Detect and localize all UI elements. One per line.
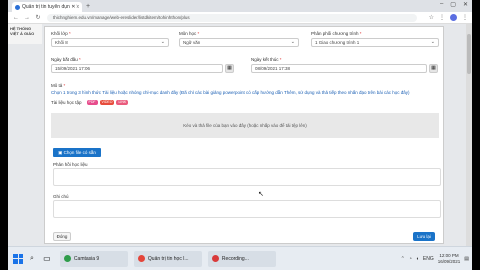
chevron-down-icon: ⌄ xyxy=(160,39,165,45)
program-select[interactable]: 1 Giao chương trình 1 ⌄ xyxy=(311,38,439,47)
mouse-cursor-icon: ↖ xyxy=(258,191,264,198)
task-view-icon[interactable]: ▭ xyxy=(40,252,54,266)
page-scrollbar[interactable] xyxy=(466,24,472,246)
search-icon[interactable]: ⌕ xyxy=(30,255,34,263)
maximize-icon[interactable]: ▢ xyxy=(450,1,456,8)
taskbar-item-browser[interactable]: Quản trị tin học l... xyxy=(133,250,202,267)
network-icon[interactable]: ◔ xyxy=(409,256,412,262)
camtasia-icon xyxy=(63,255,71,262)
close-window-icon[interactable]: ✕ xyxy=(463,1,468,8)
scrollbar-thumb[interactable] xyxy=(467,34,471,74)
note-label: Ghi chú xyxy=(53,194,69,199)
close-button[interactable]: Đóng xyxy=(53,232,71,241)
description-text: Chọn 1 trong 3 hình thức Tài liệu hoặc n… xyxy=(51,90,410,95)
chevron-down-icon: ⌄ xyxy=(430,39,435,45)
screen: Quản trị tin tuyển dụn ✕ Trường x + – ▢ … xyxy=(8,0,472,270)
calendar-icon[interactable]: ▦ xyxy=(225,64,234,73)
feedback-textarea[interactable] xyxy=(53,168,441,186)
tag-link[interactable]: LINK xyxy=(116,100,129,105)
system-tray: ⌃ ◔ ◖ ENG 12:00 PM 16/09/2021 ▤ xyxy=(401,253,469,265)
profile-avatar[interactable] xyxy=(450,14,457,21)
end-date-label: Ngày kết thúc * xyxy=(251,57,282,62)
notification-icon[interactable]: ▤ xyxy=(464,256,469,262)
materials-label: Tài liệu học tập xyxy=(51,100,82,105)
forward-icon[interactable]: → xyxy=(24,15,30,21)
grade-label: Khối lớp * xyxy=(51,31,71,36)
subject-select[interactable]: Ngữ văn ⌄ xyxy=(179,38,299,47)
language-indicator[interactable]: ENG xyxy=(423,256,434,262)
extensions-icon[interactable]: ⋮ xyxy=(439,14,445,21)
minimize-icon[interactable]: – xyxy=(440,1,443,8)
menu-icon[interactable]: ⋮ xyxy=(462,14,468,21)
start-date-label: Ngày bắt đầu * xyxy=(51,57,81,62)
taskbar-item-camtasia[interactable]: Camtasia 9 xyxy=(59,250,128,267)
star-icon[interactable]: ☆ xyxy=(429,14,434,21)
file-dropzone[interactable]: Kéo và thả file của bạn vào đây (hoặc nh… xyxy=(51,113,439,138)
feedback-label: Phản hồi học liệu xyxy=(53,162,88,167)
tab-title: Quản trị tin tuyển dụn ✕ Trường xyxy=(22,4,77,10)
tab-close-icon[interactable]: x xyxy=(77,4,80,10)
new-tab-button[interactable]: + xyxy=(86,2,90,12)
grade-select[interactable]: Khối 8 ⌄ xyxy=(51,38,169,47)
note-textarea[interactable] xyxy=(53,200,441,218)
browser-tabbar: Quản trị tin tuyển dụn ✕ Trường x + – ▢ … xyxy=(8,0,472,12)
material-tags: Tài liệu học tập PDF VIDEO LINK xyxy=(51,100,129,105)
url-input[interactable]: thichnghiem.edu.vn/manage/web-ereslider/… xyxy=(47,13,417,22)
address-bar: ← → ↻ thichnghiem.edu.vn/manage/web-eres… xyxy=(8,12,472,24)
window-controls: – ▢ ✕ xyxy=(440,1,468,8)
calendar-icon[interactable]: ▦ xyxy=(429,64,438,73)
choose-file-button[interactable]: ▣ Chọn file có sẵn xyxy=(53,148,101,157)
browser-tools: ☆ ⋮ ⋮ xyxy=(429,14,468,21)
chrome-icon xyxy=(137,255,145,262)
start-date-input[interactable]: 15/09/2021 17:06 xyxy=(51,64,223,73)
tag-pdf[interactable]: PDF xyxy=(86,100,98,105)
windows-start-icon[interactable] xyxy=(13,253,23,264)
background-page: HỆ THỐNG VIỆT Á GIÁO Khối lớp * Khối 8 ⌄ … xyxy=(8,24,472,246)
record-icon xyxy=(211,255,219,262)
chevron-down-icon: ⌄ xyxy=(290,39,295,45)
browser-tab[interactable]: Quản trị tin tuyển dụn ✕ Trường x xyxy=(12,2,82,12)
edit-modal: Khối lớp * Khối 8 ⌄ Môn học * Ngữ văn ⌄ Ph… xyxy=(44,26,444,244)
favicon-icon xyxy=(15,4,20,10)
volume-icon[interactable]: ◖ xyxy=(416,256,419,262)
save-button[interactable]: Lưu lại xyxy=(413,232,435,241)
end-date-input[interactable]: 08/09/2021 17:38 xyxy=(251,64,427,73)
reload-icon[interactable]: ↻ xyxy=(35,14,41,21)
back-icon[interactable]: ← xyxy=(13,15,19,21)
clock[interactable]: 12:00 PM 16/09/2021 xyxy=(438,253,461,265)
chevron-up-icon[interactable]: ⌃ xyxy=(401,256,405,262)
taskbar: ⌕ ▭ Camtasia 9 Quản trị tin học l... Rec… xyxy=(8,246,472,270)
tag-video[interactable]: VIDEO xyxy=(99,100,115,105)
description-label: Mô tả * xyxy=(51,83,66,88)
program-label: Phân phối chương trình * xyxy=(311,31,362,36)
taskbar-item-recording[interactable]: Recording... xyxy=(207,250,276,267)
subject-label: Môn học * xyxy=(179,31,200,36)
site-logo-text: HỆ THỐNG VIỆT Á GIÁO xyxy=(8,24,42,44)
